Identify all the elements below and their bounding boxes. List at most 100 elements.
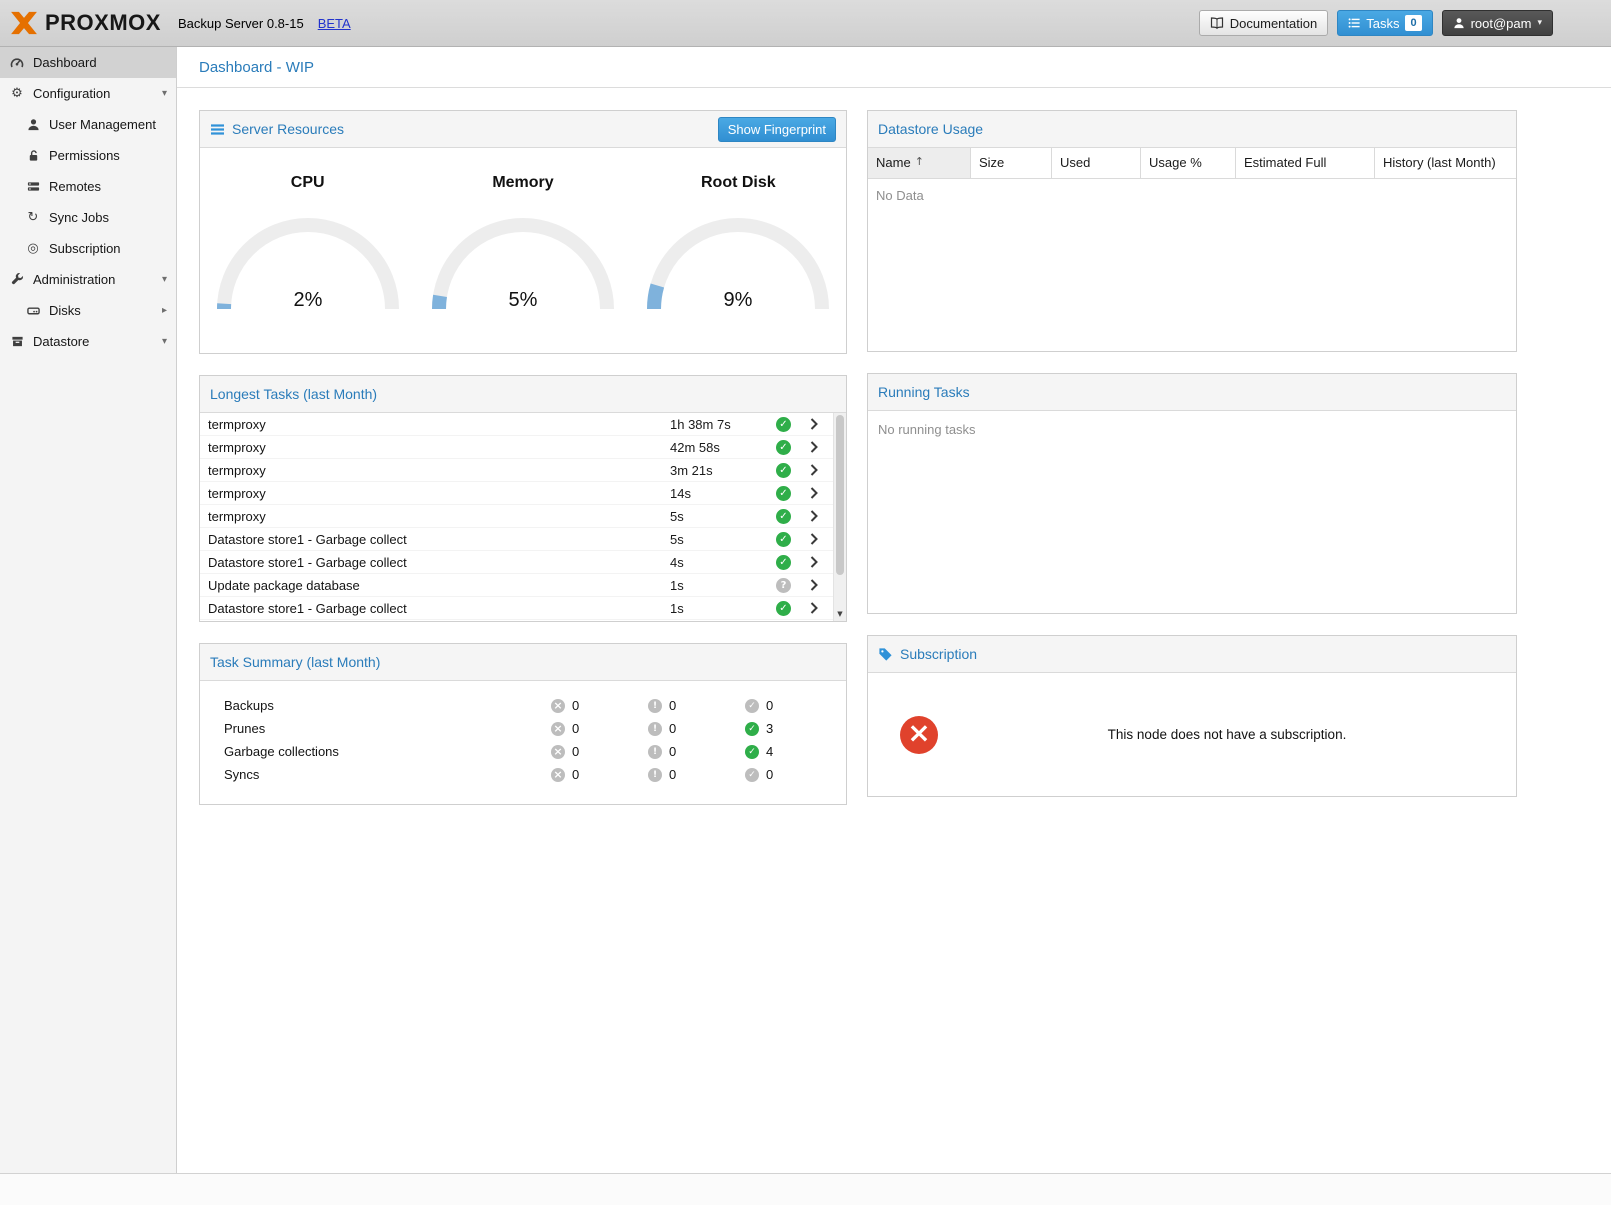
cpu-gauge: 2% [208, 216, 408, 316]
collapse-down-icon: ▾ [162, 336, 167, 347]
gauge-label-memory: Memory [492, 174, 553, 192]
chevron-right-icon[interactable] [810, 533, 830, 545]
task-row: Update package database 1s [200, 574, 846, 597]
task-row: Datastore store1 - Garbage collect 5s [200, 528, 846, 551]
sidebar-item-label: Remotes [49, 179, 101, 194]
task-status-icon [776, 417, 791, 432]
column-header-history[interactable]: History (last Month) [1375, 148, 1516, 178]
warning-count: 0 [669, 698, 676, 713]
resources-icon [210, 123, 225, 136]
task-name: Datastore store1 - Garbage collect [208, 601, 670, 616]
sidebar-item-dashboard[interactable]: Dashboard [0, 47, 176, 78]
warning-count-icon [648, 722, 662, 736]
ok-count-icon [745, 722, 759, 736]
warning-count: 0 [669, 767, 676, 782]
support-icon: ◎ [25, 241, 41, 256]
sidebar-item-administration[interactable]: Administration ▾ [0, 264, 176, 295]
tasks-count-badge: 0 [1405, 15, 1421, 31]
memory-gauge: 5% [423, 216, 623, 316]
error-count: 0 [572, 767, 579, 782]
sidebar-item-remotes[interactable]: Remotes [0, 171, 176, 202]
warning-count-icon [648, 699, 662, 713]
footer-strip [0, 1173, 1611, 1205]
collapse-down-icon: ▾ [162, 274, 167, 285]
chevron-right-icon[interactable] [810, 487, 830, 499]
sidebar: Dashboard ⚙ Configuration ▾ User Managem… [0, 47, 177, 1173]
chevron-right-icon[interactable] [810, 464, 830, 476]
gears-icon: ⚙ [9, 86, 25, 101]
sidebar-item-configuration[interactable]: ⚙ Configuration ▾ [0, 78, 176, 109]
chevron-right-icon[interactable] [810, 602, 830, 614]
sidebar-item-label: Sync Jobs [49, 210, 109, 225]
gauge-value-text: 9% [724, 289, 753, 311]
archive-icon [9, 335, 25, 348]
task-duration: 4s [670, 555, 776, 570]
panel-title: Task Summary (last Month) [210, 654, 380, 670]
column-header-estimated-full[interactable]: Estimated Full [1236, 148, 1375, 178]
top-header: PROXMOX Backup Server 0.8-15 BETA Docume… [0, 0, 1611, 47]
chevron-right-icon[interactable] [810, 579, 830, 591]
chevron-right-icon[interactable] [810, 418, 830, 430]
sidebar-item-label: Subscription [49, 241, 121, 256]
column-header-name[interactable]: Name ↑ [868, 148, 971, 178]
gauge-value-text: 5% [509, 289, 538, 311]
lock-icon [25, 149, 41, 162]
scrollbar-track[interactable]: ▼ [833, 413, 846, 621]
subscription-message: This node does not have a subscription. [938, 727, 1516, 742]
column-header-used[interactable]: Used [1052, 148, 1141, 178]
sidebar-item-disks[interactable]: Disks ▸ [0, 295, 176, 326]
task-row: termproxy 1h 38m 7s [200, 413, 846, 436]
task-name: termproxy [208, 417, 670, 432]
sidebar-item-label: User Management [49, 117, 156, 132]
task-duration: 1h 38m 7s [670, 417, 776, 432]
ok-count: 3 [766, 721, 773, 736]
ok-count-icon [745, 699, 759, 713]
task-duration: 1s [670, 601, 776, 616]
sidebar-item-datastore[interactable]: Datastore ▾ [0, 326, 176, 357]
scroll-down-icon[interactable]: ▼ [834, 607, 846, 620]
summary-row: Backups 0 0 0 [200, 694, 846, 717]
task-duration: 5s [670, 532, 776, 547]
task-duration: 5s [670, 509, 776, 524]
ok-count: 0 [766, 767, 773, 782]
summary-row: Garbage collections 0 0 4 [200, 740, 846, 763]
beta-link[interactable]: BETA [318, 16, 351, 31]
task-status-icon [776, 578, 791, 593]
task-name: termproxy [208, 486, 670, 501]
documentation-label: Documentation [1230, 16, 1317, 31]
chevron-right-icon[interactable] [810, 510, 830, 522]
error-count-icon [551, 768, 565, 782]
server-icon [25, 180, 41, 193]
error-count-icon [551, 722, 565, 736]
documentation-button[interactable]: Documentation [1199, 10, 1328, 36]
summary-label: Syncs [224, 767, 551, 782]
tasks-button[interactable]: Tasks 0 [1337, 10, 1432, 36]
scrollbar-thumb[interactable] [836, 415, 844, 575]
chevron-right-icon[interactable] [810, 441, 830, 453]
user-menu-button[interactable]: root@pam ▾ [1442, 10, 1553, 36]
show-fingerprint-button[interactable]: Show Fingerprint [718, 117, 836, 142]
sort-asc-icon: ↑ [915, 155, 924, 168]
sidebar-item-subscription[interactable]: ◎ Subscription [0, 233, 176, 264]
column-header-size[interactable]: Size [971, 148, 1052, 178]
table-header: Name ↑ Size Used Usage % Estimated Full … [868, 148, 1516, 179]
summary-label: Prunes [224, 721, 551, 736]
chevron-right-icon[interactable] [810, 556, 830, 568]
sidebar-item-user-management[interactable]: User Management [0, 109, 176, 140]
subscription-panel: Subscription This node does not have a s… [867, 635, 1517, 797]
task-duration: 1s [670, 578, 776, 593]
task-status-icon [776, 486, 791, 501]
task-duration: 42m 58s [670, 440, 776, 455]
sidebar-item-permissions[interactable]: Permissions [0, 140, 176, 171]
gauge-value-text: 2% [293, 289, 322, 311]
panel-title: Running Tasks [878, 384, 970, 400]
page-title: Dashboard - WIP [177, 47, 1611, 88]
column-header-usage[interactable]: Usage % [1141, 148, 1236, 178]
task-name: Update package database [208, 578, 670, 593]
brand: PROXMOX Backup Server 0.8-15 BETA [10, 10, 351, 36]
gauge-label-cpu: CPU [291, 174, 325, 192]
sidebar-item-sync-jobs[interactable]: ↻ Sync Jobs [0, 202, 176, 233]
task-name: termproxy [208, 463, 670, 478]
summary-label: Garbage collections [224, 744, 551, 759]
no-subscription-icon [900, 716, 938, 754]
